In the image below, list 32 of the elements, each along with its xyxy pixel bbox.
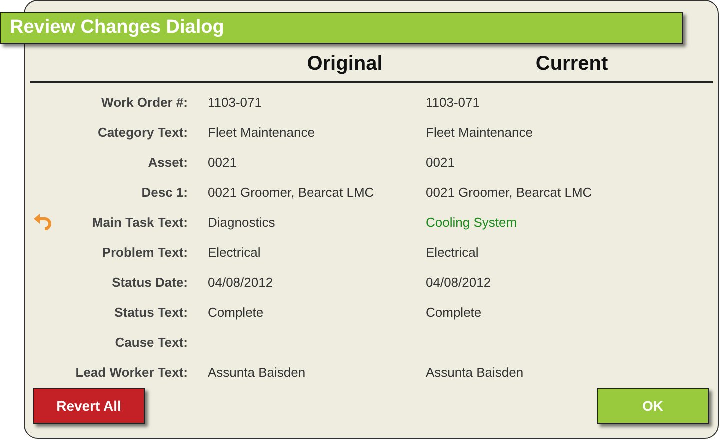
original-value: 0021 Groomer, Bearcat LMC (207, 184, 374, 200)
current-value: Complete (426, 304, 482, 320)
original-value: Electrical (207, 244, 261, 260)
field-label: Work Order #: (100, 94, 189, 110)
current-value: Cooling System (426, 214, 518, 230)
original-value: Complete (207, 304, 264, 320)
dialog-title: Review Changes Dialog (0, 12, 683, 44)
current-value: Electrical (426, 244, 479, 260)
column-header: Original (306, 52, 384, 76)
current-value: Assunta Baisden (426, 364, 524, 380)
field-label: Category Text: (96, 124, 189, 140)
field-label: Main Task Text: (91, 214, 189, 230)
current-value: 0021 (426, 154, 455, 170)
current-value: Fleet Maintenance (426, 124, 533, 140)
revert-all-button[interactable]: Revert All (33, 388, 145, 424)
field-label: Status Text: (114, 304, 189, 320)
current-value: 0021 Groomer, Bearcat LMC (426, 184, 592, 200)
original-value: 0021 (207, 154, 237, 170)
original-value: Fleet Maintenance (207, 124, 315, 140)
field-label: Lead Worker Text: (74, 364, 189, 380)
original-value: 04/08/2012 (207, 274, 274, 290)
current-value: 1103-071 (426, 94, 480, 110)
field-label: Status Date: (111, 274, 189, 290)
original-value: Diagnostics (207, 214, 276, 230)
field-label: Asset: (147, 154, 189, 170)
original-value: Assunta Baisden (207, 364, 306, 380)
field-label: Cause Text: (114, 334, 189, 350)
current-value: 04/08/2012 (426, 274, 492, 290)
column-header: Current (534, 52, 610, 76)
field-label: Desc 1: (140, 184, 189, 200)
field-label: Problem Text: (101, 244, 189, 260)
original-value: 1103-071 (207, 94, 262, 110)
